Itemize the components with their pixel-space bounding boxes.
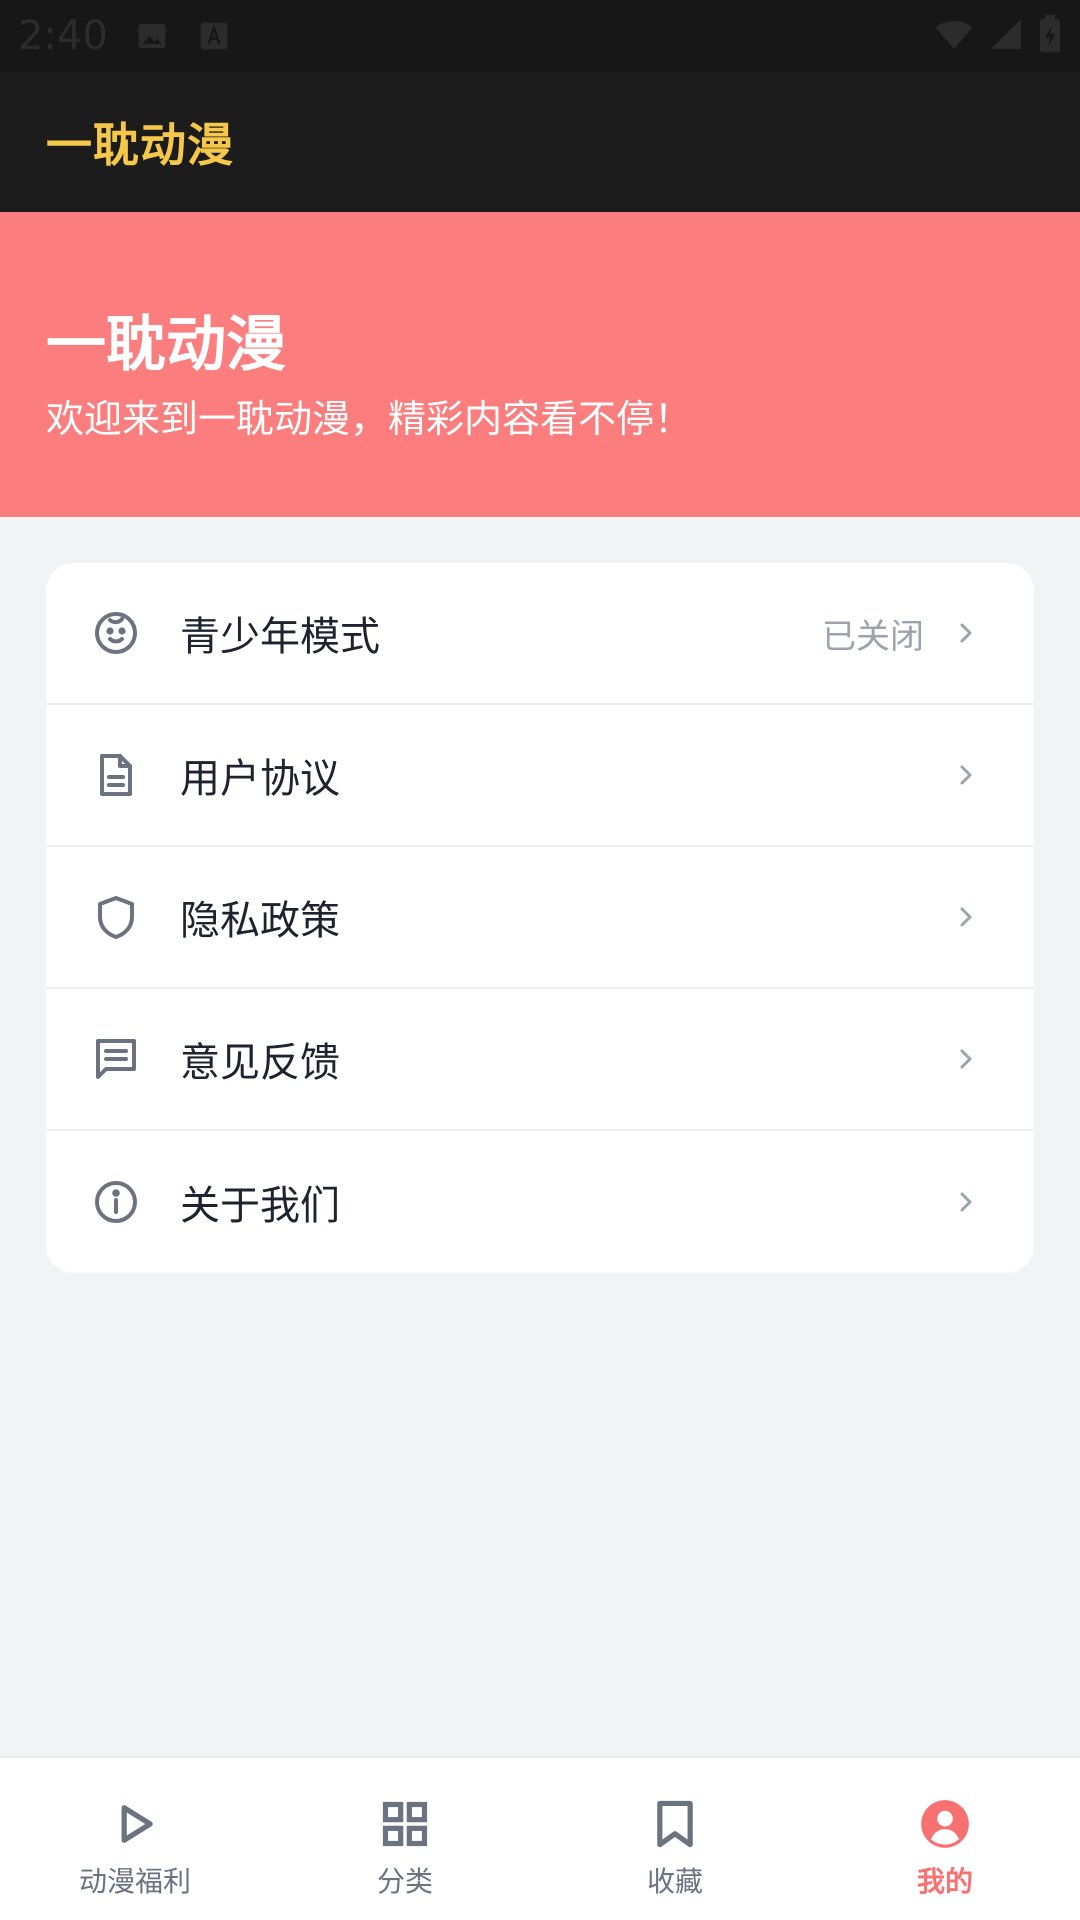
status-time: 2:40: [18, 13, 108, 59]
shield-icon: [92, 893, 140, 941]
signal-icon: [988, 16, 1024, 56]
tab-label: 分类: [376, 1865, 433, 1898]
menu-item-about-us[interactable]: 关于我们: [46, 1131, 1034, 1273]
menu-item-user-agreement[interactable]: 用户协议: [46, 705, 1034, 847]
user-circle-icon: [919, 1798, 971, 1850]
chevron-right-icon: [954, 763, 978, 787]
youth-mode-status: 已关闭: [822, 616, 924, 657]
baby-face-icon: [92, 609, 140, 657]
hero-title: 一耽动漫: [46, 310, 286, 380]
hero-banner: 一耽动漫 欢迎来到一耽动漫，精彩内容看不停！: [0, 212, 1080, 517]
menu-item-privacy-policy[interactable]: 隐私政策: [46, 847, 1034, 989]
menu-item-label: 隐私政策: [180, 898, 340, 944]
image-notification-icon: [136, 20, 168, 52]
wifi-icon: [934, 14, 974, 58]
menu-item-youth-mode[interactable]: 青少年模式 已关闭: [46, 563, 1034, 705]
settings-menu-card: 青少年模式 已关闭 用户协议 隐私政策 意见反馈 关于我们: [46, 563, 1034, 1273]
menu-item-feedback[interactable]: 意见反馈: [46, 989, 1034, 1131]
tab-mine[interactable]: 我的: [810, 1758, 1080, 1920]
chevron-right-icon: [954, 1047, 978, 1071]
status-bar: 2:40: [0, 0, 1080, 72]
tab-label: 我的: [916, 1865, 973, 1898]
hero-subtitle: 欢迎来到一耽动漫，精彩内容看不停！: [46, 397, 693, 441]
battery-icon: [1038, 14, 1062, 58]
tab-label: 收藏: [646, 1865, 703, 1898]
menu-item-label: 关于我们: [180, 1183, 340, 1229]
play-icon: [109, 1798, 161, 1850]
menu-item-label: 意见反馈: [180, 1040, 340, 1086]
tab-anime-welfare[interactable]: 动漫福利: [0, 1758, 270, 1920]
bookmark-icon: [649, 1798, 701, 1850]
chevron-right-icon: [954, 621, 978, 645]
tab-favorites[interactable]: 收藏: [540, 1758, 810, 1920]
menu-item-label: 青少年模式: [180, 614, 380, 660]
tab-label: 动漫福利: [78, 1865, 191, 1898]
app-bar: 一耽动漫: [0, 72, 1080, 212]
tab-category[interactable]: 分类: [270, 1758, 540, 1920]
a-notification-icon: [198, 20, 230, 52]
chevron-right-icon: [954, 1190, 978, 1214]
message-icon: [92, 1035, 140, 1083]
app-title: 一耽动漫: [46, 118, 234, 172]
grid-icon: [379, 1798, 431, 1850]
document-icon: [92, 751, 140, 799]
menu-item-label: 用户协议: [180, 756, 340, 802]
chevron-right-icon: [954, 905, 978, 929]
bottom-tab-bar: 动漫福利 分类 收藏 我的: [0, 1756, 1080, 1920]
info-icon: [92, 1178, 140, 1226]
